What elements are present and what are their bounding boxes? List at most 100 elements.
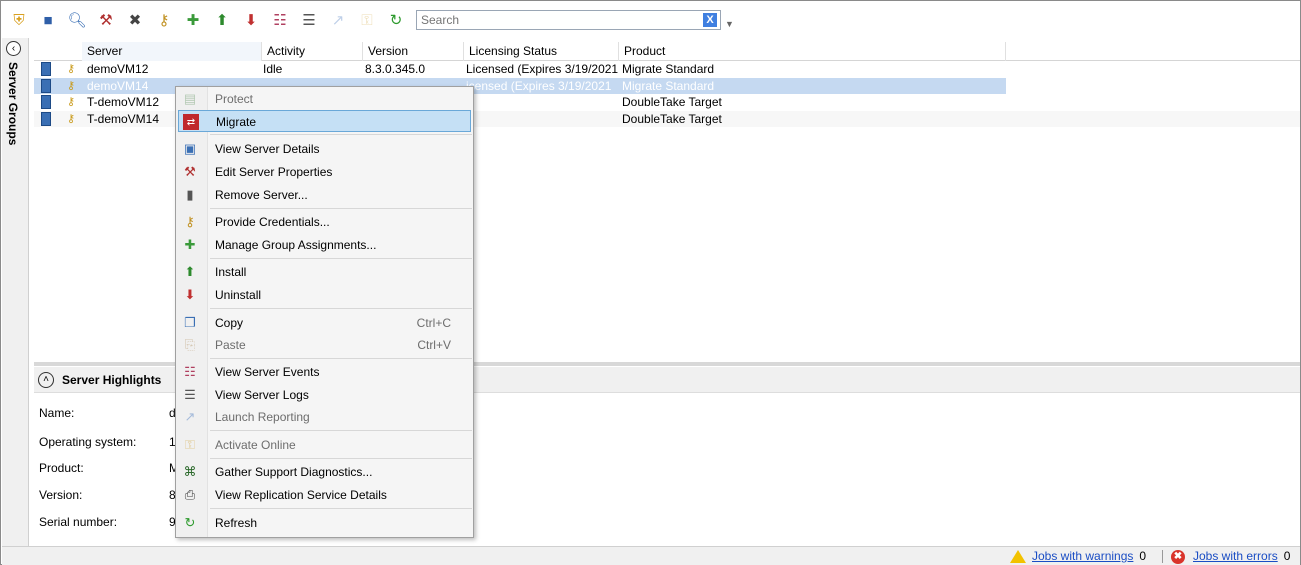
table-row[interactable]: ⚷ demoVM12 Idle 8.3.0.345.0 Licensed (Ex…: [34, 61, 1300, 78]
uninstall-icon[interactable]: ⬇: [240, 9, 262, 31]
warnings-count: 0: [1139, 549, 1147, 563]
collapse-groups-icon[interactable]: ‹: [6, 41, 21, 56]
menu-item-manage-group-assignments[interactable]: ✚ Manage Group Assignments...: [178, 234, 471, 256]
paste-icon: ⎘: [184, 337, 196, 352]
column-header-server[interactable]: Server: [82, 42, 262, 61]
menu-item-label: Activate Online: [215, 438, 296, 452]
key-icon: ⚷: [67, 79, 76, 92]
menu-item-shortcut: Ctrl+C: [416, 316, 451, 330]
menu-item-view-replication-service-details[interactable]: ⎙ View Replication Service Details: [178, 484, 471, 506]
highlight-label: Serial number:: [39, 515, 118, 529]
wrench-icon[interactable]: ⚒: [95, 9, 117, 31]
events-icon: ☷: [184, 364, 196, 379]
menu-item-label: View Server Logs: [215, 388, 309, 402]
server-icon: [41, 95, 51, 110]
keys-icon: ⚷: [185, 214, 195, 229]
cell-product: Migrate Standard: [622, 78, 715, 93]
copy-icon: ❐: [184, 315, 196, 330]
cell-licensing: Licensed (Expires 3/19/2021: [466, 62, 619, 76]
menu-item-label: Migrate: [216, 115, 257, 129]
menu-item-label: Remove Server...: [215, 188, 308, 202]
status-divider: [1162, 550, 1163, 563]
column-header-version[interactable]: Version: [363, 42, 464, 61]
server-groups-label[interactable]: Server Groups: [6, 62, 20, 145]
status-bar: Jobs with warnings 0 ✖ Jobs with errors …: [2, 546, 1300, 565]
key-icon: ⚷: [67, 63, 76, 75]
grid-header: Server Activity Version Licensing Status…: [34, 42, 1300, 61]
menu-separator: [210, 208, 472, 209]
jobs-with-errors-link[interactable]: Jobs with errors: [1193, 549, 1278, 564]
key-icon: ⚷: [67, 112, 76, 125]
events-icon[interactable]: ☷: [269, 9, 291, 31]
keys-icon[interactable]: ⚷: [153, 9, 175, 31]
menu-item-remove-server[interactable]: ▮ Remove Server...: [178, 184, 471, 206]
highlight-label: Version:: [39, 488, 83, 502]
highlight-label: Product:: [39, 461, 84, 475]
shield-icon[interactable]: ⛨: [8, 9, 30, 31]
server-details-icon[interactable]: 🔍︎: [66, 9, 88, 31]
menu-item-migrate[interactable]: ⇄ Migrate: [178, 110, 471, 132]
jobs-warnings: Jobs with warnings 0: [1010, 549, 1146, 564]
activate-icon: ⚿: [361, 11, 373, 29]
menu-item-label: Launch Reporting: [215, 410, 310, 424]
server-highlights-title: Server Highlights: [62, 372, 162, 387]
migrate-icon: ⇄: [183, 114, 199, 130]
menu-item-launch-reporting: ↗ Launch Reporting: [178, 406, 471, 428]
toolbar: ⛨ ■ 🔍︎ ⚒ ✖ ⚷ ✚ ⬆ ⬇ ☷ ☰ ↗ ⚿ ↻ X ▼: [2, 2, 1300, 38]
wrench-icon: ⚒: [184, 164, 196, 179]
search-box[interactable]: X: [416, 10, 721, 30]
menu-item-copy[interactable]: ❐ Copy Ctrl+C: [178, 312, 471, 334]
group-assign-icon: ✚: [184, 237, 196, 252]
error-icon: ✖: [1171, 549, 1185, 564]
cell-licensing: icensed (Expires 3/19/2021: [466, 78, 612, 93]
jobs-with-warnings-link[interactable]: Jobs with warnings: [1032, 549, 1133, 564]
collapse-highlights-icon[interactable]: ˄: [38, 371, 54, 388]
menu-item-install[interactable]: ⬆ Install: [178, 261, 471, 283]
cell-product: DoubleTake Target: [622, 95, 722, 110]
cell-version: 8.3.0.345.0: [365, 62, 426, 76]
server-add-icon[interactable]: ■: [37, 9, 59, 31]
menu-item-refresh[interactable]: ↻ Refresh: [178, 512, 471, 534]
menu-item-label: Paste: [215, 338, 246, 352]
reporting-icon: ↗: [331, 12, 345, 29]
menu-item-shortcut: Ctrl+V: [417, 338, 451, 352]
highlight-label: Name:: [39, 406, 75, 420]
replication-icon: ⎙: [184, 487, 196, 502]
server-icon: [41, 78, 51, 93]
menu-item-uninstall[interactable]: ⬇ Uninstall: [178, 284, 471, 306]
cell-server: T-demoVM12: [87, 95, 160, 110]
menu-separator: [210, 308, 472, 309]
column-header-product[interactable]: Product: [619, 42, 1006, 61]
menu-item-view-server-details[interactable]: ▣ View Server Details: [178, 138, 471, 160]
search-input[interactable]: [417, 11, 703, 29]
errors-count: 0: [1283, 549, 1291, 563]
column-header-licensing-status[interactable]: Licensing Status: [464, 42, 619, 61]
toolbar-overflow-icon[interactable]: ▼: [725, 19, 734, 29]
menu-item-edit-server-properties[interactable]: ⚒ Edit Server Properties: [178, 161, 471, 183]
menu-item-view-server-logs[interactable]: ☰ View Server Logs: [178, 384, 471, 406]
menu-item-provide-credentials[interactable]: ⚷ Provide Credentials...: [178, 211, 471, 233]
menu-separator: [210, 258, 472, 259]
menu-item-label: View Replication Service Details: [215, 488, 387, 502]
group-assign-icon[interactable]: ✚: [182, 9, 204, 31]
warning-icon: [1010, 550, 1026, 563]
install-icon[interactable]: ⬆: [211, 9, 233, 31]
menu-separator: [210, 458, 472, 459]
trash-icon[interactable]: ✖: [124, 9, 146, 31]
diagnostics-icon: ⌘: [183, 464, 197, 479]
menu-item-gather-support-diagnostics[interactable]: ⌘ Gather Support Diagnostics...: [178, 461, 471, 483]
column-header-activity[interactable]: Activity: [262, 42, 363, 61]
server-icon: [41, 111, 51, 126]
jobs-errors: ✖ Jobs with errors 0: [1171, 549, 1290, 564]
menu-item-label: View Server Events: [215, 365, 320, 379]
menu-item-protect: ▤ Protect: [178, 88, 471, 110]
refresh-icon[interactable]: ↻: [385, 9, 407, 31]
menu-item-view-server-events[interactable]: ☷ View Server Events: [178, 361, 471, 383]
server-icon: [41, 62, 51, 76]
menu-item-label: Copy: [215, 316, 244, 330]
key-icon: ⚷: [67, 96, 76, 109]
cell-activity: Idle: [263, 62, 283, 76]
logs-icon[interactable]: ☰: [298, 9, 320, 31]
clear-search-icon[interactable]: X: [703, 13, 717, 27]
menu-separator: [210, 508, 472, 509]
